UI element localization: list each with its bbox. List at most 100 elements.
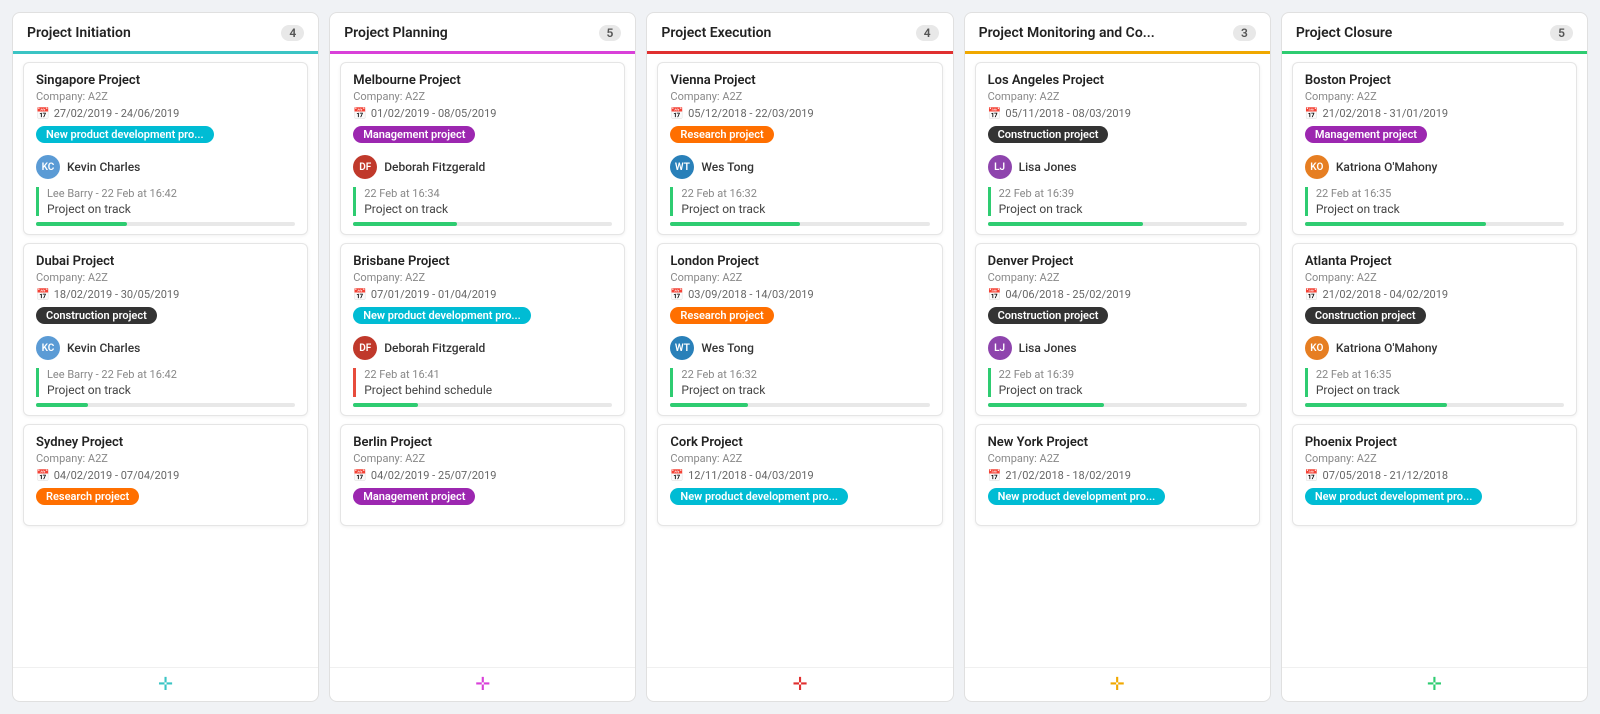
log-status: Project on track bbox=[999, 202, 1247, 216]
calendar-icon: 📅 bbox=[353, 469, 367, 482]
person-name: Lisa Jones bbox=[1019, 160, 1077, 174]
card-title: Denver Project bbox=[988, 254, 1247, 269]
card-progress-bar bbox=[1305, 222, 1486, 226]
column-count: 5 bbox=[599, 25, 622, 41]
column-footer-4: ✛ bbox=[1282, 667, 1587, 701]
card-title: London Project bbox=[670, 254, 929, 269]
card-company: Company: A2Z bbox=[1305, 452, 1564, 465]
column-body-1[interactable]: Melbourne Project Company: A2Z 📅01/02/2019… bbox=[330, 54, 635, 667]
card-log: 22 Feb at 16:32Project on track bbox=[670, 187, 929, 216]
card-company: Company: A2Z bbox=[1305, 271, 1564, 284]
calendar-icon: 📅 bbox=[670, 288, 684, 301]
column-footer-1: ✛ bbox=[330, 667, 635, 701]
calendar-icon: 📅 bbox=[353, 288, 367, 301]
avatar: LJ bbox=[988, 155, 1012, 179]
card-progress bbox=[353, 222, 612, 226]
card[interactable]: Vienna ProjectCompany: A2Z📅05/12/2018 - … bbox=[657, 62, 942, 235]
card-title: Cork Project bbox=[670, 435, 929, 450]
add-card-icon[interactable]: ✛ bbox=[1110, 674, 1125, 695]
date-range: 18/02/2019 - 30/05/2019 bbox=[54, 288, 180, 301]
person-name: Kevin Charles bbox=[67, 341, 140, 355]
column-title: Project Execution bbox=[661, 25, 771, 41]
card[interactable]: London ProjectCompany: A2Z📅03/09/2018 - … bbox=[657, 243, 942, 416]
calendar-icon: 📅 bbox=[36, 107, 50, 120]
card[interactable]: Singapore ProjectCompany: A2Z📅27/02/2019… bbox=[23, 62, 308, 235]
column-body-2[interactable]: Vienna ProjectCompany: A2Z📅05/12/2018 - … bbox=[647, 54, 952, 667]
card-log: 22 Feb at 16:35Project on track bbox=[1305, 368, 1564, 397]
column-title: Project Initiation bbox=[27, 25, 131, 41]
card[interactable]: Denver ProjectCompany: A2Z📅04/06/2018 - … bbox=[975, 243, 1260, 416]
avatar: LJ bbox=[988, 336, 1012, 360]
card[interactable]: Los Angeles ProjectCompany: A2Z📅05/11/20… bbox=[975, 62, 1260, 235]
add-card-icon[interactable]: ✛ bbox=[158, 674, 173, 695]
log-time: 22 Feb at 16:39 bbox=[999, 187, 1247, 200]
card-progress bbox=[36, 222, 295, 226]
column-title: Project Planning bbox=[344, 25, 448, 41]
card-title: Brisbane Project bbox=[353, 254, 612, 269]
kanban-board: Project Initiation4 Singapore ProjectComp… bbox=[12, 12, 1588, 702]
card-progress-bar bbox=[670, 403, 748, 407]
card-company: Company: A2Z bbox=[36, 271, 295, 284]
log-time: 22 Feb at 16:35 bbox=[1316, 368, 1564, 381]
card[interactable]: Boston ProjectCompany: A2Z📅21/02/2018 - … bbox=[1292, 62, 1577, 235]
date-range: 04/06/2018 - 25/02/2019 bbox=[1005, 288, 1131, 301]
add-card-icon[interactable]: ✛ bbox=[792, 674, 807, 695]
column-footer-2: ✛ bbox=[647, 667, 952, 701]
card[interactable]: New York ProjectCompany: A2Z📅21/02/2018 … bbox=[975, 424, 1260, 526]
card-progress-bar bbox=[36, 403, 88, 407]
add-card-icon[interactable]: ✛ bbox=[475, 674, 490, 695]
person-name: Katriona O'Mahony bbox=[1336, 341, 1438, 355]
card-progress bbox=[670, 403, 929, 407]
calendar-icon: 📅 bbox=[1305, 288, 1319, 301]
calendar-icon: 📅 bbox=[36, 288, 50, 301]
card-progress-bar bbox=[353, 222, 457, 226]
card[interactable]: Berlin ProjectCompany: A2Z📅04/02/2019 - … bbox=[340, 424, 625, 526]
column-body-0[interactable]: Singapore ProjectCompany: A2Z📅27/02/2019… bbox=[13, 54, 318, 667]
card[interactable]: Phoenix ProjectCompany: A2Z📅07/05/2018 -… bbox=[1292, 424, 1577, 526]
add-card-icon[interactable]: ✛ bbox=[1427, 674, 1442, 695]
date-range: 12/11/2018 - 04/03/2019 bbox=[688, 469, 814, 482]
card-tag: Management project bbox=[1305, 126, 1427, 143]
calendar-icon: 📅 bbox=[670, 469, 684, 482]
card-log: 22 Feb at 16:34Project on track bbox=[353, 187, 612, 216]
column-body-4[interactable]: Boston Project Company: A2Z 📅21/02/2018 - … bbox=[1282, 54, 1587, 667]
card-log: Lee Barry - 22 Feb at 16:42Project on tr… bbox=[36, 368, 295, 397]
date-range: 07/01/2019 - 01/04/2019 bbox=[371, 288, 497, 301]
column-col-1: Project Planning 5 Melbourne Project Compan… bbox=[329, 12, 636, 702]
card-progress-bar bbox=[670, 222, 800, 226]
card-progress bbox=[36, 403, 295, 407]
card-title: Boston Project bbox=[1305, 73, 1564, 88]
card[interactable]: Atlanta ProjectCompany: A2Z📅21/02/2018 -… bbox=[1292, 243, 1577, 416]
card-progress-bar bbox=[988, 222, 1144, 226]
log-time: 22 Feb at 16:34 bbox=[364, 187, 612, 200]
card-person: KOKatriona O'Mahony bbox=[1305, 336, 1564, 360]
card[interactable]: Sydney ProjectCompany: A2Z📅04/02/2019 - … bbox=[23, 424, 308, 526]
card-company: Company: A2Z bbox=[353, 452, 612, 465]
card-person: LJLisa Jones bbox=[988, 336, 1247, 360]
card-person: WT Wes Tong bbox=[670, 155, 929, 179]
card-date: 📅01/02/2019 - 08/05/2019 bbox=[353, 107, 612, 120]
card-date: 📅05/12/2018 - 22/03/2019 bbox=[670, 107, 929, 120]
column-col-2: Project Execution4Vienna ProjectCompany:… bbox=[646, 12, 953, 702]
card[interactable]: Melbourne ProjectCompany: A2Z📅01/02/2019… bbox=[340, 62, 625, 235]
column-count: 5 bbox=[1550, 25, 1573, 41]
column-header-0: Project Initiation4 bbox=[13, 13, 318, 54]
log-status: Project on track bbox=[681, 383, 929, 397]
card[interactable]: Brisbane ProjectCompany: A2Z📅07/01/2019 … bbox=[340, 243, 625, 416]
avatar: WT bbox=[670, 155, 694, 179]
person-name: Wes Tong bbox=[701, 160, 753, 174]
column-body-3[interactable]: Los Angeles ProjectCompany: A2Z📅05/11/20… bbox=[965, 54, 1270, 667]
card-person: DFDeborah Fitzgerald bbox=[353, 155, 612, 179]
card-title: Melbourne Project bbox=[353, 73, 612, 88]
card-date: 📅21/02/2018 - 04/02/2019 bbox=[1305, 288, 1564, 301]
card[interactable]: Cork ProjectCompany: A2Z📅12/11/2018 - 04… bbox=[657, 424, 942, 526]
avatar: KC bbox=[36, 155, 60, 179]
card-tag: Construction project bbox=[1305, 307, 1426, 324]
column-header-3: Project Monitoring and Co...3 bbox=[965, 13, 1270, 54]
avatar: WT bbox=[670, 336, 694, 360]
card-tag: Construction project bbox=[988, 307, 1109, 324]
card-progress bbox=[988, 403, 1247, 407]
card-tag: Construction project bbox=[36, 307, 157, 324]
card[interactable]: Dubai ProjectCompany: A2Z📅18/02/2019 - 3… bbox=[23, 243, 308, 416]
card-progress bbox=[1305, 222, 1564, 226]
